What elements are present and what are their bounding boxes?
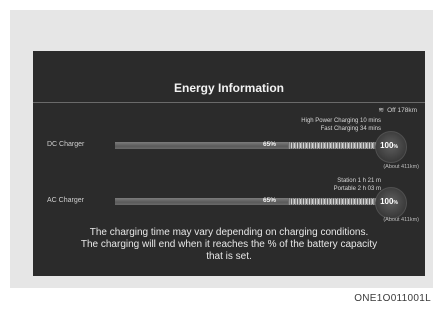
range-text: Off 178km	[387, 107, 417, 114]
ac-charge-times: Station 1 h 21 m Portable 2 h 03 m	[334, 178, 381, 193]
dc-charger-label: DC Charger	[47, 141, 85, 148]
charging-note-line-1: The charging time may vary depending on …	[89, 227, 369, 238]
dc-charge-times: High Power Charging 10 mins Fast Chargin…	[301, 118, 381, 133]
dc-time-fast: Fast Charging 34 mins	[320, 125, 381, 132]
ac-time-portable: Portable 2 h 03 m	[333, 185, 381, 192]
dc-current-percent: 65%	[263, 141, 277, 148]
charging-note: The charging time may vary depending on …	[33, 227, 425, 263]
dc-about-range: (About 411km)	[383, 164, 419, 170]
ac-time-station: Station 1 h 21 m	[337, 178, 381, 184]
dc-target-unit: %	[393, 144, 398, 150]
ac-target-unit: %	[393, 200, 398, 206]
ac-target-range	[291, 199, 377, 204]
ac-charge-bar: 65%	[115, 197, 381, 205]
energy-information-screen: Energy Information ≋ Off 178km High Power…	[33, 51, 425, 276]
charging-note-line-2: The charging will end when it reaches th…	[80, 239, 378, 250]
ac-current-percent: 65%	[263, 197, 277, 204]
plug-icon: ≋	[378, 107, 385, 114]
dc-target-number: 100	[380, 141, 394, 150]
charging-note-line-3: that is set.	[206, 251, 252, 262]
dc-time-high-power: High Power Charging 10 mins	[301, 118, 381, 124]
ac-about-range: (About 411km)	[383, 217, 419, 223]
ac-target-number: 100	[380, 197, 394, 206]
screen-title: Energy Information	[173, 81, 284, 95]
title-divider	[33, 102, 425, 103]
dc-target-range	[291, 143, 377, 148]
dc-target-value[interactable]: 100%	[372, 141, 406, 150]
dc-charge-bar: 65%	[115, 141, 381, 149]
figure-caption: ONE1O011001L	[354, 293, 431, 304]
ac-target-value[interactable]: 100%	[372, 197, 406, 206]
range-readout: ≋ Off 178km	[378, 106, 417, 114]
ac-charger-label: AC Charger	[47, 197, 84, 204]
